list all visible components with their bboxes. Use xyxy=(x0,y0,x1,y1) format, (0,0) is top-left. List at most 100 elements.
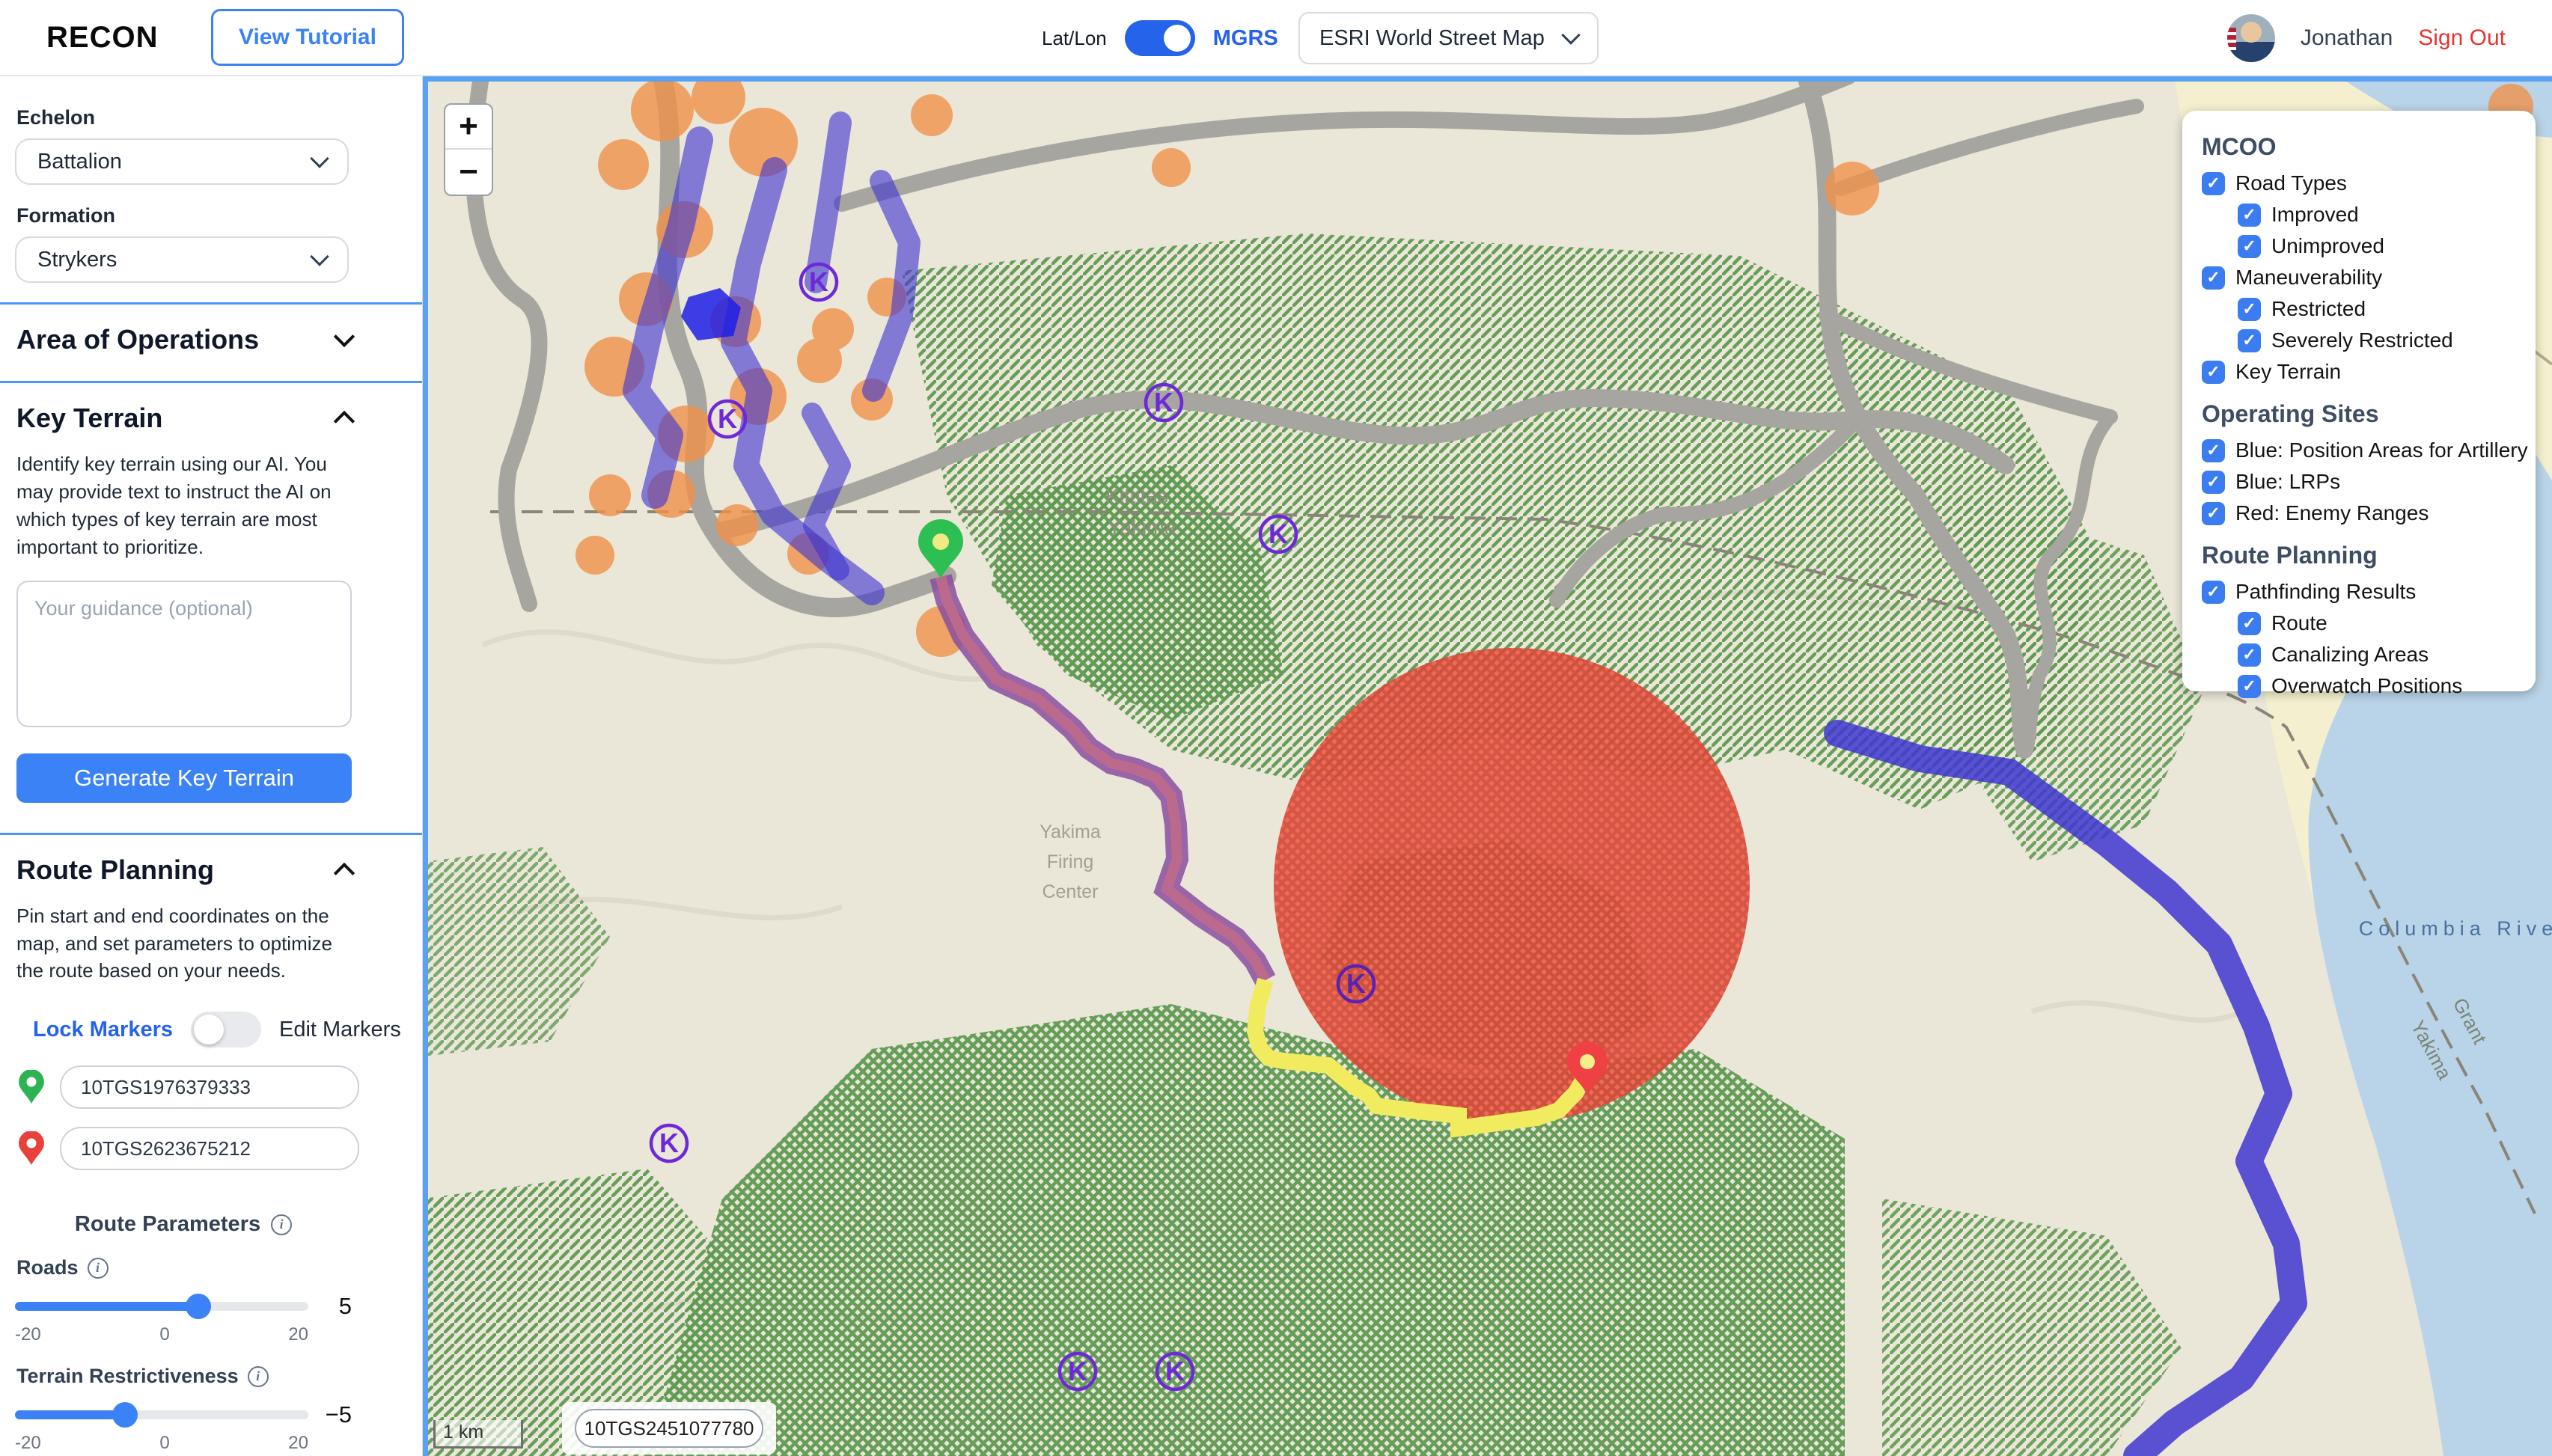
mcoo-legend-panel: MCOO Road Types Improved Unimproved Mane… xyxy=(2182,111,2536,691)
key-terrain-header[interactable]: Key Terrain xyxy=(15,383,352,449)
svg-text:K: K xyxy=(1068,1356,1087,1386)
start-pin-icon xyxy=(18,1070,45,1104)
legend-item-maneuverability: Maneuverability xyxy=(2202,266,2516,290)
start-coordinate-input[interactable] xyxy=(60,1065,359,1109)
start-coordinate-row xyxy=(18,1065,422,1109)
edit-markers-label: Edit Markers xyxy=(279,1018,401,1042)
key-terrain-description: Identify key terrain using our AI. You m… xyxy=(16,450,355,561)
svg-text:K: K xyxy=(659,1128,679,1158)
info-icon[interactable]: i xyxy=(248,1366,269,1387)
zoom-in-button[interactable]: + xyxy=(445,105,492,150)
echelon-select[interactable]: Battalion xyxy=(15,138,349,185)
svg-text:K: K xyxy=(1154,387,1173,417)
app-logo: RECON xyxy=(46,21,158,55)
formation-label: Formation xyxy=(16,204,422,227)
legend-item-overwatch-positions: Overwatch Positions xyxy=(2238,674,2516,698)
formation-select[interactable]: Strykers xyxy=(15,236,349,283)
svg-text:K: K xyxy=(809,266,828,297)
map-canvas[interactable]: Kittitas Yakima Yakima Firing Center Col… xyxy=(423,76,2552,1456)
mgrs-label: MGRS xyxy=(1213,26,1278,51)
checkbox-canalizing-areas[interactable] xyxy=(2238,643,2261,667)
app-header: RECON View Tutorial Lat/Lon MGRS ESRI Wo… xyxy=(0,0,2552,76)
checkbox-improved[interactable] xyxy=(2238,204,2261,227)
legend-item-unimproved: Unimproved xyxy=(2238,234,2516,258)
generate-key-terrain-button[interactable]: Generate Key Terrain xyxy=(16,753,352,803)
terrain-restrictiveness-slider[interactable] xyxy=(15,1402,308,1428)
legend-item-pathfinding-results: Pathfinding Results xyxy=(2202,580,2516,604)
guidance-textarea[interactable] xyxy=(16,581,352,727)
slider-ticks: -20 0 20 xyxy=(15,1433,308,1454)
legend-section-route-planning: Route Planning xyxy=(2202,542,2516,569)
roads-slider[interactable] xyxy=(15,1294,308,1319)
chevron-up-icon xyxy=(334,862,355,883)
checkbox-pathfinding-results[interactable] xyxy=(2202,581,2225,604)
county-label-yakima: Yakima xyxy=(1108,516,1176,539)
area-of-operations-header[interactable]: Area of Operations xyxy=(15,305,352,370)
toggle-knob xyxy=(1164,25,1191,52)
legend-item-restricted: Restricted xyxy=(2238,297,2516,321)
avatar[interactable] xyxy=(2227,14,2275,62)
checkbox-red-enemy-ranges[interactable] xyxy=(2202,502,2225,525)
checkbox-overwatch-positions[interactable] xyxy=(2238,675,2261,698)
checkbox-road-types[interactable] xyxy=(2202,172,2225,195)
area-of-operations-title: Area of Operations xyxy=(16,324,259,355)
cursor-coordinate-panel: 10TGS2451077780 xyxy=(562,1402,776,1455)
chevron-down-icon xyxy=(1561,25,1580,44)
user-name: Jonathan xyxy=(2301,25,2393,51)
chevron-down-icon xyxy=(310,149,329,168)
site-label-line3: Center xyxy=(1042,881,1098,902)
toggle-knob xyxy=(194,1015,224,1044)
checkbox-key-terrain[interactable] xyxy=(2202,361,2225,384)
route-planning-description: Pin start and end coordinates on the map… xyxy=(16,902,355,985)
lock-markers-label: Lock Markers xyxy=(33,1018,173,1042)
end-coordinate-input[interactable] xyxy=(60,1127,359,1170)
coordinate-format-toggle-group: Lat/Lon MGRS xyxy=(1042,0,1278,76)
end-pin-icon xyxy=(18,1131,45,1166)
legend-item-blue-paa: Blue: Position Areas for Artillery xyxy=(2202,438,2516,462)
checkbox-maneuverability[interactable] xyxy=(2202,266,2225,290)
checkbox-blue-paa[interactable] xyxy=(2202,439,2225,462)
checkbox-restricted[interactable] xyxy=(2238,298,2261,321)
route-parameters-label: Route Parameters xyxy=(75,1212,260,1237)
user-menu: Jonathan Sign Out xyxy=(2227,0,2506,76)
chevron-up-icon xyxy=(334,411,355,432)
ao-boundary-top xyxy=(423,76,2552,82)
roads-parameter: Roads i 5 -20 0 20 xyxy=(15,1256,422,1345)
checkbox-blue-lrps[interactable] xyxy=(2202,471,2225,494)
site-label-line1: Yakima xyxy=(1040,822,1101,842)
legend-item-canalizing-areas: Canalizing Areas xyxy=(2238,643,2516,667)
edit-markers-toggle[interactable] xyxy=(191,1012,261,1047)
legend-item-severely-restricted: Severely Restricted xyxy=(2238,328,2516,352)
checkbox-route[interactable] xyxy=(2238,612,2261,635)
basemap-value: ESRI World Street Map xyxy=(1319,26,1545,51)
sign-out-button[interactable]: Sign Out xyxy=(2418,25,2506,51)
map-zoom-control: + − xyxy=(444,103,493,196)
zoom-out-button[interactable]: − xyxy=(445,150,492,195)
svg-text:K: K xyxy=(1346,968,1366,999)
legend-item-blue-lrps: Blue: LRPs xyxy=(2202,470,2516,494)
ao-boundary-left xyxy=(423,76,428,1456)
terrain-restrictiveness-value: −5 xyxy=(308,1401,352,1428)
chevron-down-icon xyxy=(334,326,355,347)
roads-label: Roads xyxy=(16,1256,79,1279)
map-scale-bar: 1 km xyxy=(433,1420,523,1449)
info-icon[interactable]: i xyxy=(88,1258,109,1279)
view-tutorial-button[interactable]: View Tutorial xyxy=(211,9,404,66)
view-tutorial-label: View Tutorial xyxy=(239,25,376,50)
route-planning-header[interactable]: Route Planning xyxy=(15,835,352,901)
checkbox-severely-restricted[interactable] xyxy=(2238,329,2261,352)
legend-item-red-enemy-ranges: Red: Enemy Ranges xyxy=(2202,501,2516,525)
left-sidebar: Echelon Battalion Formation Strykers Are… xyxy=(0,76,423,1456)
legend-item-key-terrain: Key Terrain xyxy=(2202,360,2516,384)
terrain-restrictiveness-label: Terrain Restrictiveness xyxy=(16,1365,239,1388)
legend-section-mcoo: MCOO xyxy=(2202,133,2516,161)
enemy-range-circle xyxy=(1274,648,1750,1124)
slider-ticks: -20 0 20 xyxy=(15,1324,308,1345)
latlon-label: Lat/Lon xyxy=(1042,27,1107,50)
coord-format-toggle[interactable] xyxy=(1125,20,1195,56)
key-terrain-title: Key Terrain xyxy=(16,403,162,434)
basemap-select[interactable]: ESRI World Street Map xyxy=(1298,12,1599,64)
generate-key-terrain-label: Generate Key Terrain xyxy=(74,765,294,792)
info-icon[interactable]: i xyxy=(271,1214,292,1235)
checkbox-unimproved[interactable] xyxy=(2238,235,2261,258)
